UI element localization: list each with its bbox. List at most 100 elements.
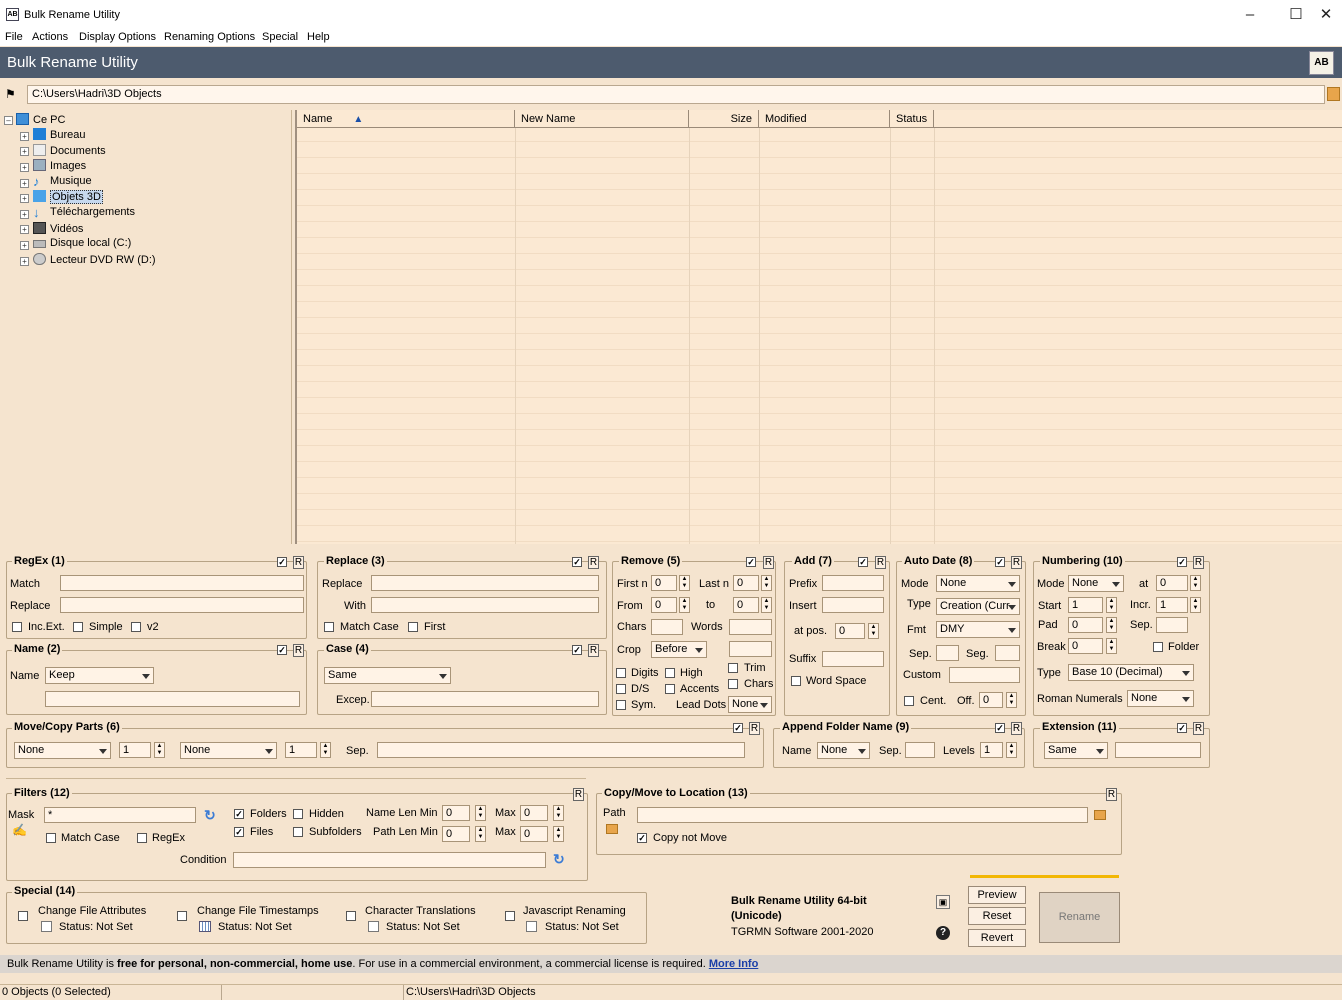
special-attributes-checkbox[interactable] <box>18 911 28 921</box>
remove-accents-checkbox[interactable] <box>665 684 675 694</box>
refresh-icon[interactable]: ↻ <box>204 807 216 824</box>
remove-reset-button[interactable]: R <box>763 556 774 569</box>
numbering-break-input[interactable]: 0 <box>1068 638 1103 654</box>
extension-reset-button[interactable]: R <box>1193 722 1204 735</box>
name-select[interactable]: Keep <box>45 667 154 684</box>
remove-leaddots-select[interactable]: None <box>728 696 772 713</box>
filters-folders-checkbox[interactable]: ✓ <box>234 809 244 819</box>
condition-refresh-icon[interactable]: ↻ <box>553 851 565 868</box>
case-excep-input[interactable] <box>371 691 599 707</box>
rename-button[interactable]: Rename <box>1039 892 1120 943</box>
copymove-folder-icon[interactable] <box>606 824 618 834</box>
movecopy-count-1[interactable]: 1 <box>119 742 151 758</box>
autodate-type-select[interactable]: Creation (Curr <box>936 598 1020 615</box>
extension-select[interactable]: Same <box>1044 742 1108 759</box>
expand-window-icon[interactable]: ▣ <box>936 895 950 909</box>
help-icon[interactable]: ? <box>936 926 950 940</box>
filters-namelenmin-spinner[interactable]: ▲ ▼ <box>475 805 486 821</box>
extension-enable-checkbox[interactable]: ✓ <box>1177 723 1187 733</box>
name-reset-button[interactable]: R <box>293 644 304 657</box>
filters-max1-spinner[interactable]: ▲ ▼ <box>553 805 564 821</box>
remove-chars-input[interactable] <box>651 619 683 635</box>
expand-icon[interactable]: + <box>20 194 29 203</box>
numbering-enable-checkbox[interactable]: ✓ <box>1177 557 1187 567</box>
remove-words-input[interactable] <box>729 619 772 635</box>
expand-icon[interactable]: + <box>20 241 29 250</box>
regex-reset-button[interactable]: R <box>293 556 304 569</box>
path-input[interactable]: C:\Users\Hadri\3D Objects <box>27 85 1325 104</box>
add-suffix-input[interactable] <box>822 651 884 667</box>
numbering-at-input[interactable]: 0 <box>1156 575 1188 591</box>
file-list[interactable] <box>295 110 1342 544</box>
translations-icon[interactable] <box>368 921 379 932</box>
remove-crop-input[interactable] <box>729 641 772 657</box>
autodate-off-spinner[interactable]: ▲ ▼ <box>1006 692 1017 708</box>
remove-digits-checkbox[interactable] <box>616 668 626 678</box>
filters-subfolders-checkbox[interactable] <box>293 827 303 837</box>
reset-button[interactable]: Reset <box>968 907 1026 925</box>
menu-renaming-options[interactable]: Renaming Options <box>164 31 255 43</box>
expand-icon[interactable]: + <box>20 210 29 219</box>
numbering-mode-select[interactable]: None <box>1068 575 1124 592</box>
close-button[interactable]: ✕ <box>1303 0 1342 30</box>
special-timestamps-checkbox[interactable] <box>177 911 187 921</box>
numbering-at-spinner[interactable]: ▲ ▼ <box>1190 575 1201 591</box>
column-name[interactable]: Name ▲ <box>297 110 515 128</box>
movecopy-spinner-2[interactable]: ▲ ▼ <box>320 742 331 758</box>
appendfolder-levels-input[interactable]: 1 <box>980 742 1003 758</box>
preview-button[interactable]: Preview <box>968 886 1026 904</box>
copymove-copynotmove-checkbox[interactable]: ✓ <box>637 833 647 843</box>
column-modified[interactable]: Modified <box>759 110 890 128</box>
autodate-fmt-select[interactable]: DMY <box>936 621 1020 638</box>
appendfolder-name-select[interactable]: None <box>817 742 870 759</box>
appendfolder-levels-spinner[interactable]: ▲ ▼ <box>1006 742 1017 758</box>
filters-condition-input[interactable] <box>233 852 546 868</box>
filters-pathlenmin-spinner[interactable]: ▲ ▼ <box>475 826 486 842</box>
remove-ds-checkbox[interactable] <box>616 684 626 694</box>
appendfolder-sep-input[interactable] <box>905 742 935 758</box>
menu-actions[interactable]: Actions <box>32 31 68 43</box>
case-reset-button[interactable]: R <box>588 644 599 657</box>
filters-max1-input[interactable]: 0 <box>520 805 548 821</box>
tree-item-telechargements[interactable]: ↓ Téléchargements <box>33 206 135 221</box>
menu-display-options[interactable]: Display Options <box>79 31 156 43</box>
remove-lastn-input[interactable]: 0 <box>733 575 759 591</box>
remove-chars2-checkbox[interactable] <box>728 679 738 689</box>
more-info-link[interactable]: More Info <box>709 958 759 970</box>
movecopy-spinner-1[interactable]: ▲ ▼ <box>154 742 165 758</box>
remove-crop-select[interactable]: Before <box>651 641 707 658</box>
filters-files-checkbox[interactable]: ✓ <box>234 827 244 837</box>
numbering-reset-button[interactable]: R <box>1193 556 1204 569</box>
collapse-icon[interactable]: – <box>4 116 13 125</box>
expand-icon[interactable]: + <box>20 225 29 234</box>
add-enable-checkbox[interactable]: ✓ <box>858 557 868 567</box>
filters-max2-input[interactable]: 0 <box>520 826 548 842</box>
regex-enable-checkbox[interactable]: ✓ <box>277 557 287 567</box>
remove-firstn-input[interactable]: 0 <box>651 575 677 591</box>
movecopy-sep-input[interactable] <box>377 742 745 758</box>
replace-enable-checkbox[interactable]: ✓ <box>572 557 582 567</box>
column-size[interactable]: Size <box>689 110 759 128</box>
tree-item-disque-local[interactable]: Disque local (C:) <box>33 237 131 252</box>
remove-from-spinner[interactable]: ▲ ▼ <box>679 597 690 613</box>
appendfolder-enable-checkbox[interactable]: ✓ <box>995 723 1005 733</box>
numbering-incr-spinner[interactable]: ▲ ▼ <box>1190 597 1201 613</box>
filters-matchcase-checkbox[interactable] <box>46 833 56 843</box>
add-prefix-input[interactable] <box>822 575 884 591</box>
autodate-reset-button[interactable]: R <box>1011 556 1022 569</box>
attributes-icon[interactable] <box>41 921 52 932</box>
tree-item-musique[interactable]: ♪ Musique <box>33 175 92 190</box>
ab-logo-icon[interactable]: AB <box>1309 51 1334 75</box>
replace-with-input[interactable] <box>371 597 599 613</box>
add-atpos-input[interactable]: 0 <box>835 623 865 639</box>
tree-item-images[interactable]: Images <box>33 159 86 174</box>
regex-replace-input[interactable] <box>60 597 304 613</box>
add-atpos-spinner[interactable]: ▲ ▼ <box>868 623 879 639</box>
autodate-off-input[interactable]: 0 <box>979 692 1003 708</box>
movecopy-enable-checkbox[interactable]: ✓ <box>733 723 743 733</box>
browse-folder-icon[interactable] <box>1327 87 1340 101</box>
column-new-name[interactable]: New Name <box>515 110 689 128</box>
numbering-folder-checkbox[interactable] <box>1153 642 1163 652</box>
tree-item-videos[interactable]: Vidéos <box>33 222 83 237</box>
case-select[interactable]: Same <box>324 667 451 684</box>
